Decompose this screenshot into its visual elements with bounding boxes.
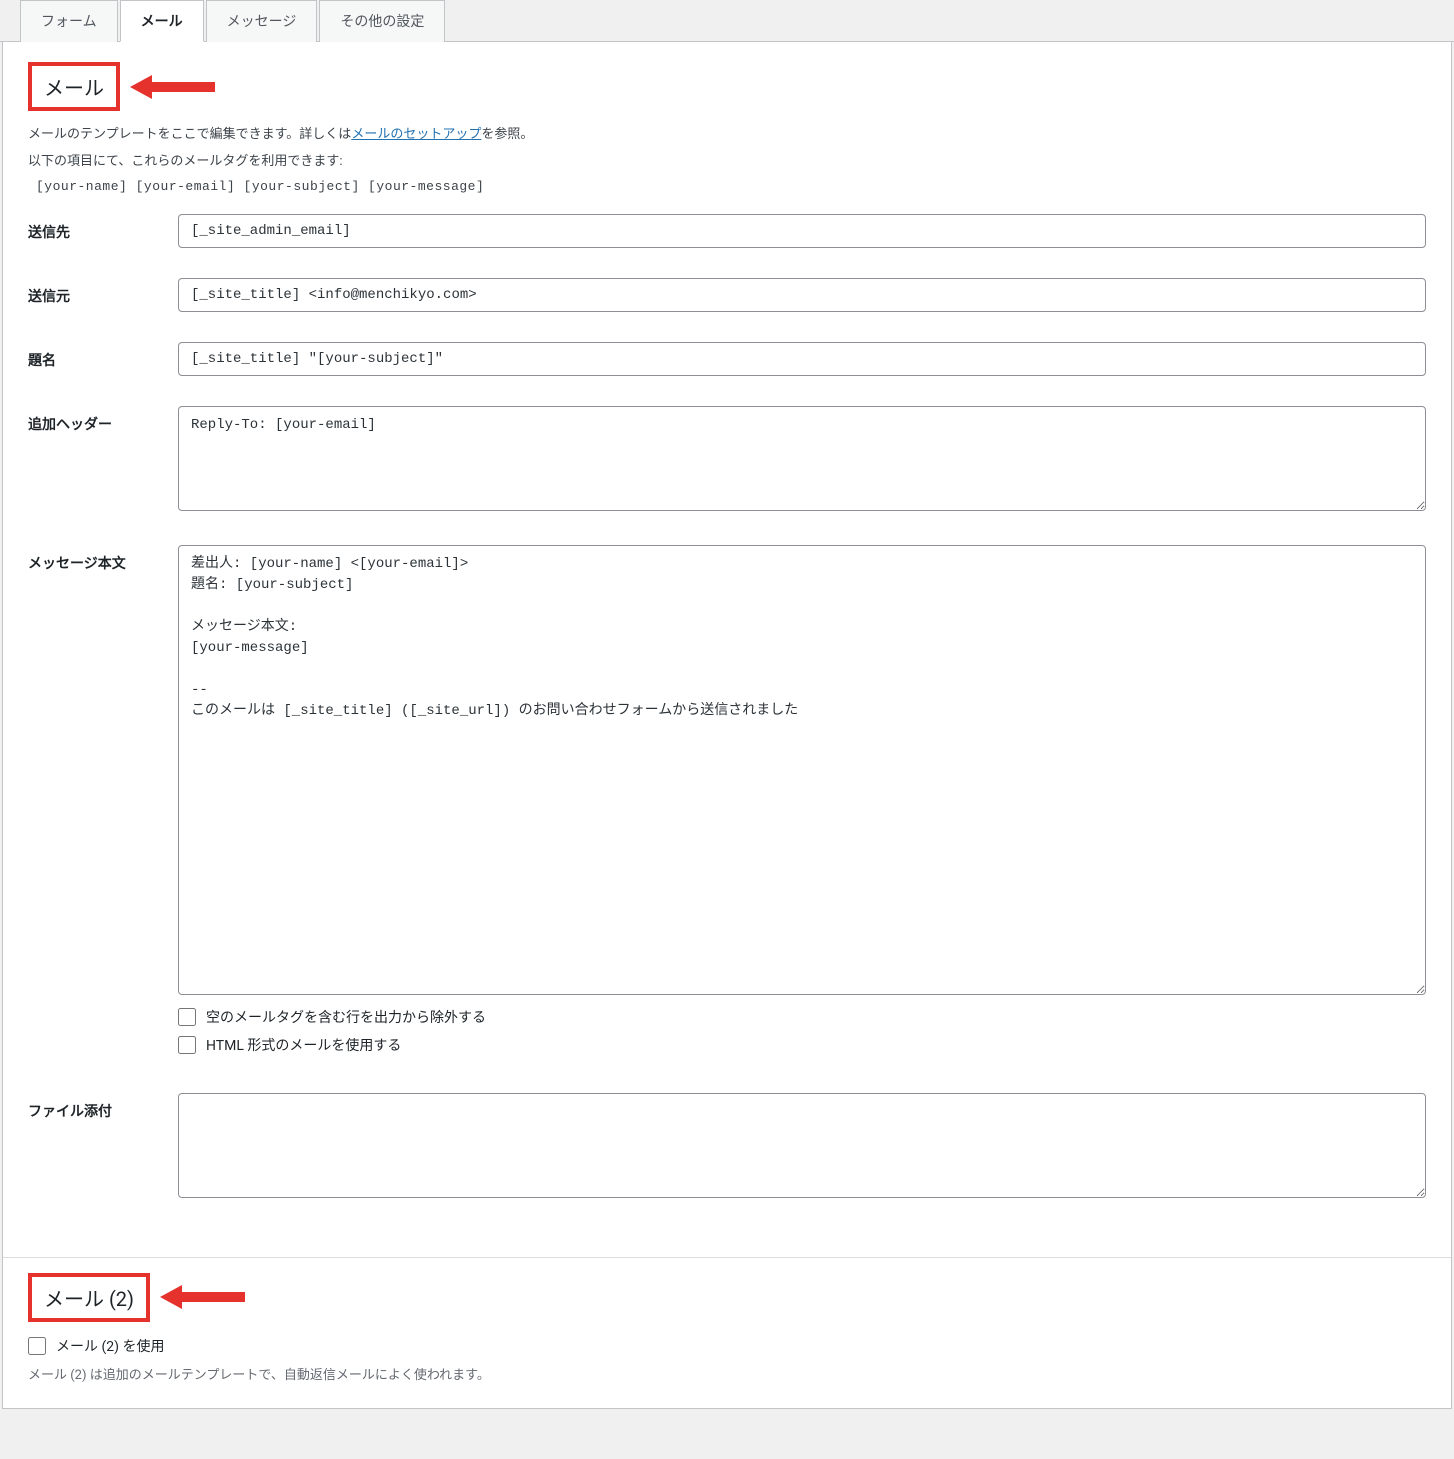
mail1-description: メールのテンプレートをここで編集できます。詳しくはメールのセットアップを参照。 bbox=[28, 125, 1426, 146]
label-use-html[interactable]: HTML 形式のメールを使用する bbox=[206, 1035, 401, 1055]
mail2-description: メール (2) は追加のメールテンプレートで、自動返信メールによく使われます。 bbox=[28, 1364, 1426, 1383]
mail2-section: メール (2) メール (2) を使用 メール (2) は追加のメールテンプレー… bbox=[3, 1257, 1451, 1408]
row-subject: 題名 bbox=[28, 342, 1426, 376]
row-use-mail2: メール (2) を使用 bbox=[28, 1336, 1426, 1356]
row-to: 送信先 bbox=[28, 214, 1426, 248]
tab-messages[interactable]: メッセージ bbox=[206, 0, 318, 42]
tab-form[interactable]: フォーム bbox=[20, 0, 118, 42]
row-headers: 追加ヘッダー bbox=[28, 406, 1426, 515]
arrow-left-icon bbox=[160, 1282, 245, 1312]
desc-suffix: を参照。 bbox=[481, 127, 533, 142]
textarea-attachments[interactable] bbox=[178, 1093, 1426, 1198]
tags-intro: 以下の項目にて、これらのメールタグを利用できます: bbox=[28, 152, 1426, 173]
mail1-heading: メール bbox=[44, 76, 104, 100]
label-to: 送信先 bbox=[28, 214, 178, 242]
tab-other-settings[interactable]: その他の設定 bbox=[319, 0, 445, 42]
row-attachments: ファイル添付 bbox=[28, 1093, 1426, 1202]
textarea-body[interactable] bbox=[178, 545, 1426, 995]
row-exclude-blank: 空のメールタグを含む行を出力から除外する bbox=[178, 1007, 1426, 1027]
label-headers: 追加ヘッダー bbox=[28, 406, 178, 434]
label-exclude-blank[interactable]: 空のメールタグを含む行を出力から除外する bbox=[206, 1007, 486, 1027]
label-subject: 題名 bbox=[28, 342, 178, 370]
checkbox-use-html[interactable] bbox=[178, 1036, 196, 1054]
mail-tags-list: [your-name] [your-email] [your-subject] … bbox=[36, 179, 1426, 194]
tabs-bar: フォーム メール メッセージ その他の設定 bbox=[0, 0, 1454, 42]
textarea-headers[interactable] bbox=[178, 406, 1426, 511]
checkbox-exclude-blank[interactable] bbox=[178, 1008, 196, 1026]
desc-prefix: メールのテンプレートをここで編集できます。詳しくは bbox=[28, 127, 351, 142]
mail1-form: 送信先 送信元 題名 追加ヘッダー bbox=[28, 214, 1426, 1202]
mail2-heading-wrap: メール (2) bbox=[28, 1273, 150, 1322]
label-attachments: ファイル添付 bbox=[28, 1093, 178, 1121]
annotation-highlight-box: メール bbox=[28, 62, 120, 111]
label-from: 送信元 bbox=[28, 278, 178, 306]
mail1-section: メール メールのテンプレートをここで編集できます。詳しくはメールのセットアップを… bbox=[3, 42, 1451, 1257]
mail-setup-link[interactable]: メールのセットアップ bbox=[351, 127, 481, 142]
mail-panel: メール メールのテンプレートをここで編集できます。詳しくはメールのセットアップを… bbox=[2, 42, 1452, 1409]
row-use-html: HTML 形式のメールを使用する bbox=[178, 1035, 1426, 1055]
row-from: 送信元 bbox=[28, 278, 1426, 312]
annotation-highlight-box-2: メール (2) bbox=[28, 1273, 150, 1322]
tab-mail[interactable]: メール bbox=[120, 0, 204, 42]
checkbox-use-mail2[interactable] bbox=[28, 1337, 46, 1355]
arrow-left-icon bbox=[130, 72, 215, 102]
row-body: メッセージ本文 空のメールタグを含む行を出力から除外する HTML 形式のメール… bbox=[28, 545, 1426, 1063]
input-to[interactable] bbox=[178, 214, 1426, 248]
input-from[interactable] bbox=[178, 278, 1426, 312]
input-subject[interactable] bbox=[178, 342, 1426, 376]
mail2-heading: メール (2) bbox=[44, 1287, 134, 1311]
mail1-heading-wrap: メール bbox=[28, 62, 120, 111]
label-use-mail2[interactable]: メール (2) を使用 bbox=[56, 1336, 164, 1356]
label-body: メッセージ本文 bbox=[28, 545, 178, 573]
